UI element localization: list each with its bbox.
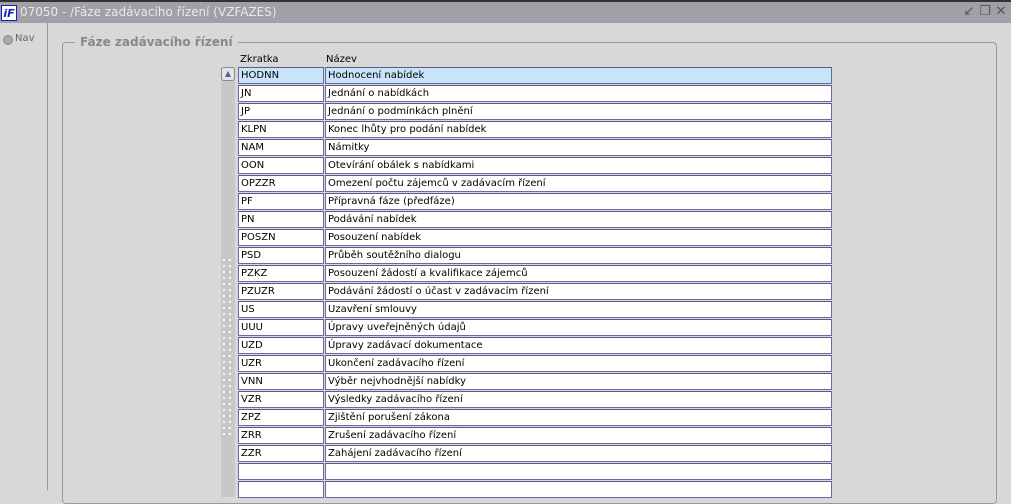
scrollbar[interactable]: ▲: [221, 67, 235, 497]
column-header-name: Název: [326, 54, 357, 65]
name-cell[interactable]: Podávání žádostí o účast v zadávacím říz…: [325, 283, 832, 300]
code-cell[interactable]: JP: [238, 103, 324, 120]
code-cell[interactable]: PZUZR: [238, 283, 324, 300]
name-cell[interactable]: Výběr nejvhodnější nabídky: [325, 373, 832, 390]
name-cell[interactable]: Zrušení zadávacího řízení: [325, 427, 832, 444]
code-cell[interactable]: PN: [238, 211, 324, 228]
nav-radio[interactable]: [3, 35, 13, 45]
name-cell[interactable]: Podávání nabídek: [325, 211, 832, 228]
nav-label[interactable]: Nav: [15, 33, 35, 44]
code-cell[interactable]: US: [238, 301, 324, 318]
app-logo-icon: iF: [1, 5, 17, 21]
name-cell[interactable]: Jednání o podmínkách plnění: [325, 103, 832, 120]
scroll-grip[interactable]: [221, 257, 235, 437]
frame-title: Fáze zadávacího řízení: [75, 35, 238, 49]
name-cell[interactable]: Zahájení zadávacího řízení: [325, 445, 832, 462]
name-cell[interactable]: Omezení počtu zájemců v zadávacím řízení: [325, 175, 832, 192]
name-cell[interactable]: Námitky: [325, 139, 832, 156]
name-cell[interactable]: Zjištění porušení zákona: [325, 409, 832, 426]
code-cell[interactable]: [238, 463, 324, 480]
column-header-code: Zkratka: [240, 54, 279, 65]
name-cell[interactable]: Posouzení nabídek: [325, 229, 832, 246]
name-cell[interactable]: [325, 463, 832, 480]
code-cell[interactable]: ZZR: [238, 445, 324, 462]
code-cell[interactable]: JN: [238, 85, 324, 102]
code-cell[interactable]: UZD: [238, 337, 324, 354]
name-cell[interactable]: Ukončení zadávacího řízení: [325, 355, 832, 372]
restore-icon[interactable]: ❐: [978, 5, 992, 19]
name-cell[interactable]: Úpravy zadávací dokumentace: [325, 337, 832, 354]
name-cell[interactable]: Otevírání obálek s nabídkami: [325, 157, 832, 174]
scroll-up-icon[interactable]: ▲: [221, 67, 235, 81]
code-cell[interactable]: ZPZ: [238, 409, 324, 426]
code-cell[interactable]: OON: [238, 157, 324, 174]
name-cell[interactable]: Posouzení žádostí a kvalifikace zájemců: [325, 265, 832, 282]
code-cell[interactable]: ZRR: [238, 427, 324, 444]
name-cell[interactable]: Výsledky zadávacího řízení: [325, 391, 832, 408]
name-cell[interactable]: Uzavření smlouvy: [325, 301, 832, 318]
name-cell[interactable]: Hodnocení nabídek: [325, 67, 832, 84]
nav-panel: Nav: [0, 23, 48, 490]
code-cell[interactable]: UZR: [238, 355, 324, 372]
name-cell[interactable]: Konec lhůty pro podání nabídek: [325, 121, 832, 138]
name-cell[interactable]: Jednání o nabídkách: [325, 85, 832, 102]
code-cell[interactable]: VZR: [238, 391, 324, 408]
close-icon[interactable]: ✕: [994, 5, 1008, 19]
code-cell[interactable]: POSZN: [238, 229, 324, 246]
name-cell[interactable]: Úpravy uveřejněných údajů: [325, 319, 832, 336]
code-cell[interactable]: PF: [238, 193, 324, 210]
name-cell[interactable]: Průběh soutěžního dialogu: [325, 247, 832, 264]
name-cell[interactable]: Přípravná fáze (předfáze): [325, 193, 832, 210]
minimize-icon[interactable]: ↙: [962, 5, 976, 19]
code-cell[interactable]: HODNN: [238, 67, 324, 84]
code-cell[interactable]: VNN: [238, 373, 324, 390]
code-cell[interactable]: UUU: [238, 319, 324, 336]
code-cell[interactable]: OPZZR: [238, 175, 324, 192]
window-title: 07050 - /Fáze zadávacího řízení (VZFAZES…: [20, 5, 277, 19]
code-cell[interactable]: NAM: [238, 139, 324, 156]
title-bar: iF 07050 - /Fáze zadávacího řízení (VZFA…: [0, 0, 1011, 23]
code-cell[interactable]: PSD: [238, 247, 324, 264]
code-cell[interactable]: PZKZ: [238, 265, 324, 282]
code-cell[interactable]: KLPN: [238, 121, 324, 138]
